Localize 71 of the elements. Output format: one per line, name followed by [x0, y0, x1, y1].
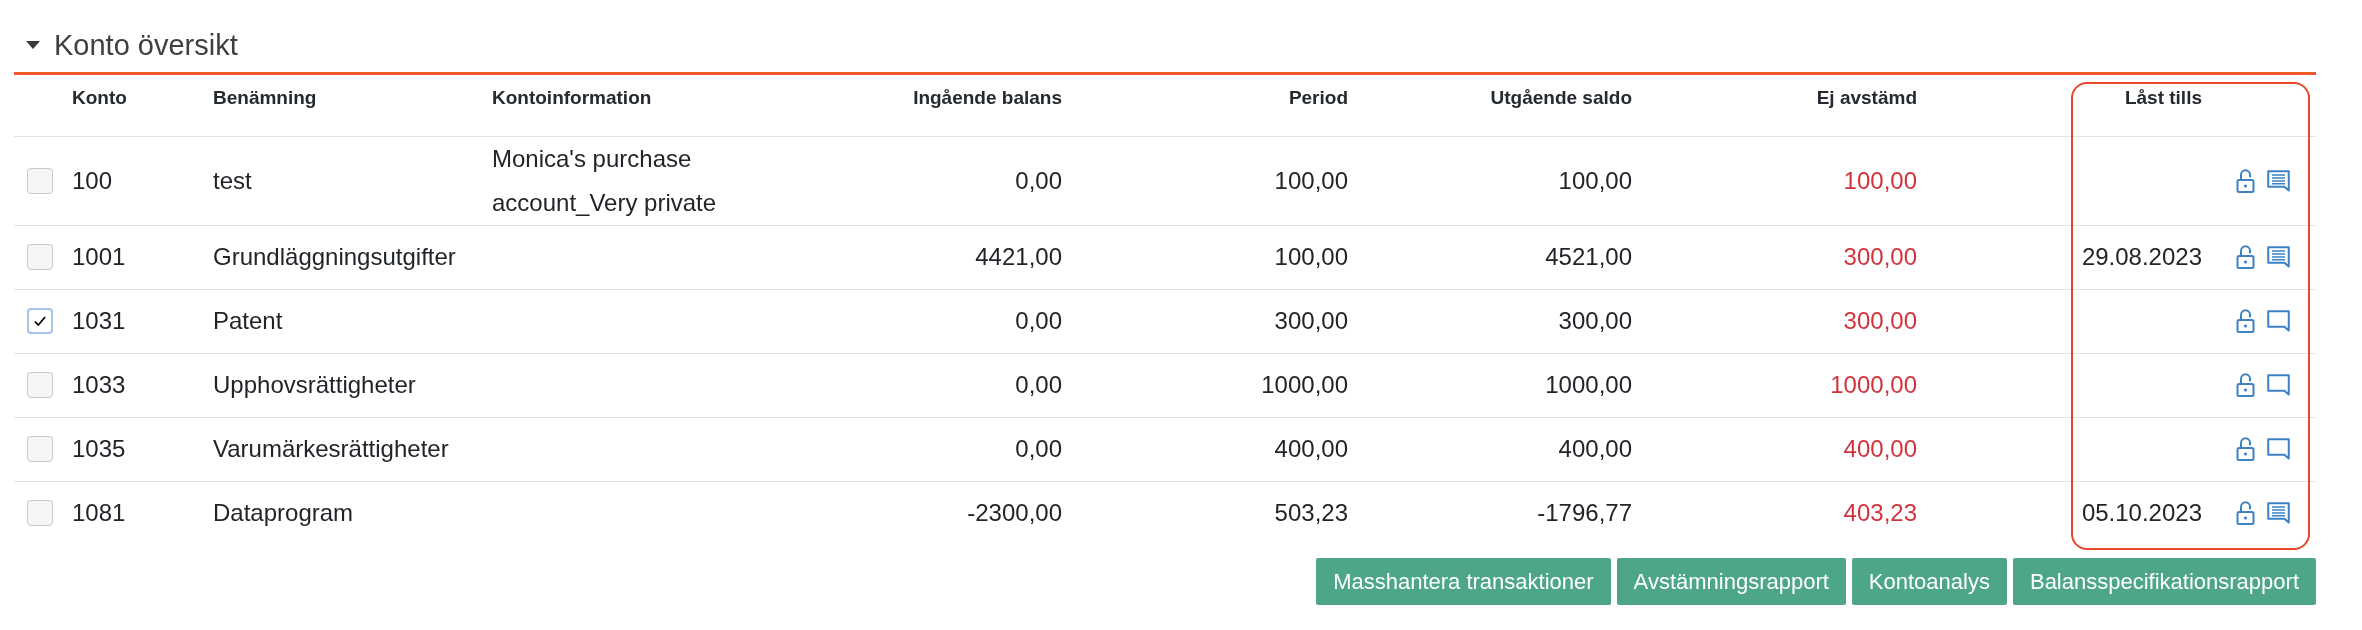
comment-icon[interactable] — [2267, 374, 2290, 396]
table-cell: 4521,00 — [1358, 225, 1642, 289]
column-header: Konto — [62, 75, 203, 136]
open-padlock-icon[interactable] — [2236, 168, 2255, 193]
table-cell: 100 — [62, 136, 203, 225]
table-cell: 4421,00 — [810, 225, 1072, 289]
table-cell: Upphovsrättigheter — [203, 353, 482, 417]
column-header: Period — [1072, 75, 1358, 136]
table-cell: 0,00 — [810, 136, 1072, 225]
table-cell: Varumärkesrättigheter — [203, 417, 482, 481]
table-cell: Grundläggningsutgifter — [203, 225, 482, 289]
table-cell: -2300,00 — [810, 481, 1072, 545]
column-header: Kontoinformation — [482, 75, 810, 136]
table-cell: 100,00 — [1358, 136, 1642, 225]
column-header: Låst tills — [1927, 75, 2212, 136]
table-cell: 100,00 — [1072, 225, 1358, 289]
row-checkbox[interactable] — [27, 308, 53, 334]
table-cell: 05.10.2023 — [1927, 481, 2212, 545]
table-cell: 400,00 — [1072, 417, 1358, 481]
row-checkbox[interactable] — [27, 244, 53, 270]
open-padlock-icon[interactable] — [2236, 437, 2255, 461]
action-button[interactable]: Avstämningsrapport — [1616, 558, 1846, 605]
comment-icon[interactable] — [2267, 438, 2290, 460]
row-checkbox[interactable] — [27, 167, 53, 194]
table-cell: 300,00 — [1358, 289, 1642, 353]
comment-icon[interactable] — [2267, 169, 2290, 192]
column-header: Utgående saldo — [1358, 75, 1642, 136]
comment-icon[interactable] — [2267, 246, 2290, 268]
table-cell: 0,00 — [810, 353, 1072, 417]
table-cell: 1081 — [62, 481, 203, 545]
table-cell: 503,23 — [1072, 481, 1358, 545]
table-cell: 1000,00 — [1642, 353, 1927, 417]
table-cell: 300,00 — [1072, 289, 1358, 353]
table-cell: 400,00 — [1642, 417, 1927, 481]
open-padlock-icon[interactable] — [2236, 309, 2255, 333]
table-cell: 1031 — [62, 289, 203, 353]
row-checkbox[interactable] — [27, 500, 53, 527]
table-cell: 0,00 — [810, 417, 1072, 481]
table-cell: 100,00 — [1072, 136, 1358, 225]
table-cell: test — [203, 136, 482, 225]
column-header: Ej avstämd — [1642, 75, 1927, 136]
table-cell: Dataprogram — [203, 481, 482, 545]
action-button[interactable]: Balansspecifikationsrapport — [2012, 558, 2316, 605]
comment-icon[interactable] — [2267, 310, 2290, 332]
column-header: Benämning — [203, 75, 482, 136]
row-checkbox[interactable] — [27, 372, 53, 398]
open-padlock-icon[interactable] — [2236, 245, 2255, 269]
table-cell: 1033 — [62, 353, 203, 417]
table-cell: 1000,00 — [1358, 353, 1642, 417]
comment-icon[interactable] — [2267, 502, 2290, 525]
caret-icon[interactable] — [26, 41, 40, 49]
table-cell: 1001 — [62, 225, 203, 289]
table-cell: Patent — [203, 289, 482, 353]
row-checkbox[interactable] — [27, 436, 53, 462]
open-padlock-icon[interactable] — [2236, 373, 2255, 397]
table-cell: -1796,77 — [1358, 481, 1642, 545]
table-cell: 300,00 — [1642, 225, 1927, 289]
table-cell: 0,00 — [810, 289, 1072, 353]
table-cell: 400,00 — [1358, 417, 1642, 481]
table-cell: 300,00 — [1642, 289, 1927, 353]
open-padlock-icon[interactable] — [2236, 501, 2255, 526]
action-button[interactable]: Masshantera transaktioner — [1316, 558, 1611, 605]
table-cell: 1000,00 — [1072, 353, 1358, 417]
table-cell: 403,23 — [1642, 481, 1927, 545]
action-button[interactable]: Kontoanalys — [1851, 558, 2007, 605]
table-cell: 100,00 — [1642, 136, 1927, 225]
section-title: Konto översikt — [54, 27, 238, 63]
table-cell: Monica's purchase account_Very private — [482, 136, 810, 225]
table-cell: 29.08.2023 — [1927, 225, 2212, 289]
column-header: Ingående balans — [810, 75, 1072, 136]
table-cell: 1035 — [62, 417, 203, 481]
